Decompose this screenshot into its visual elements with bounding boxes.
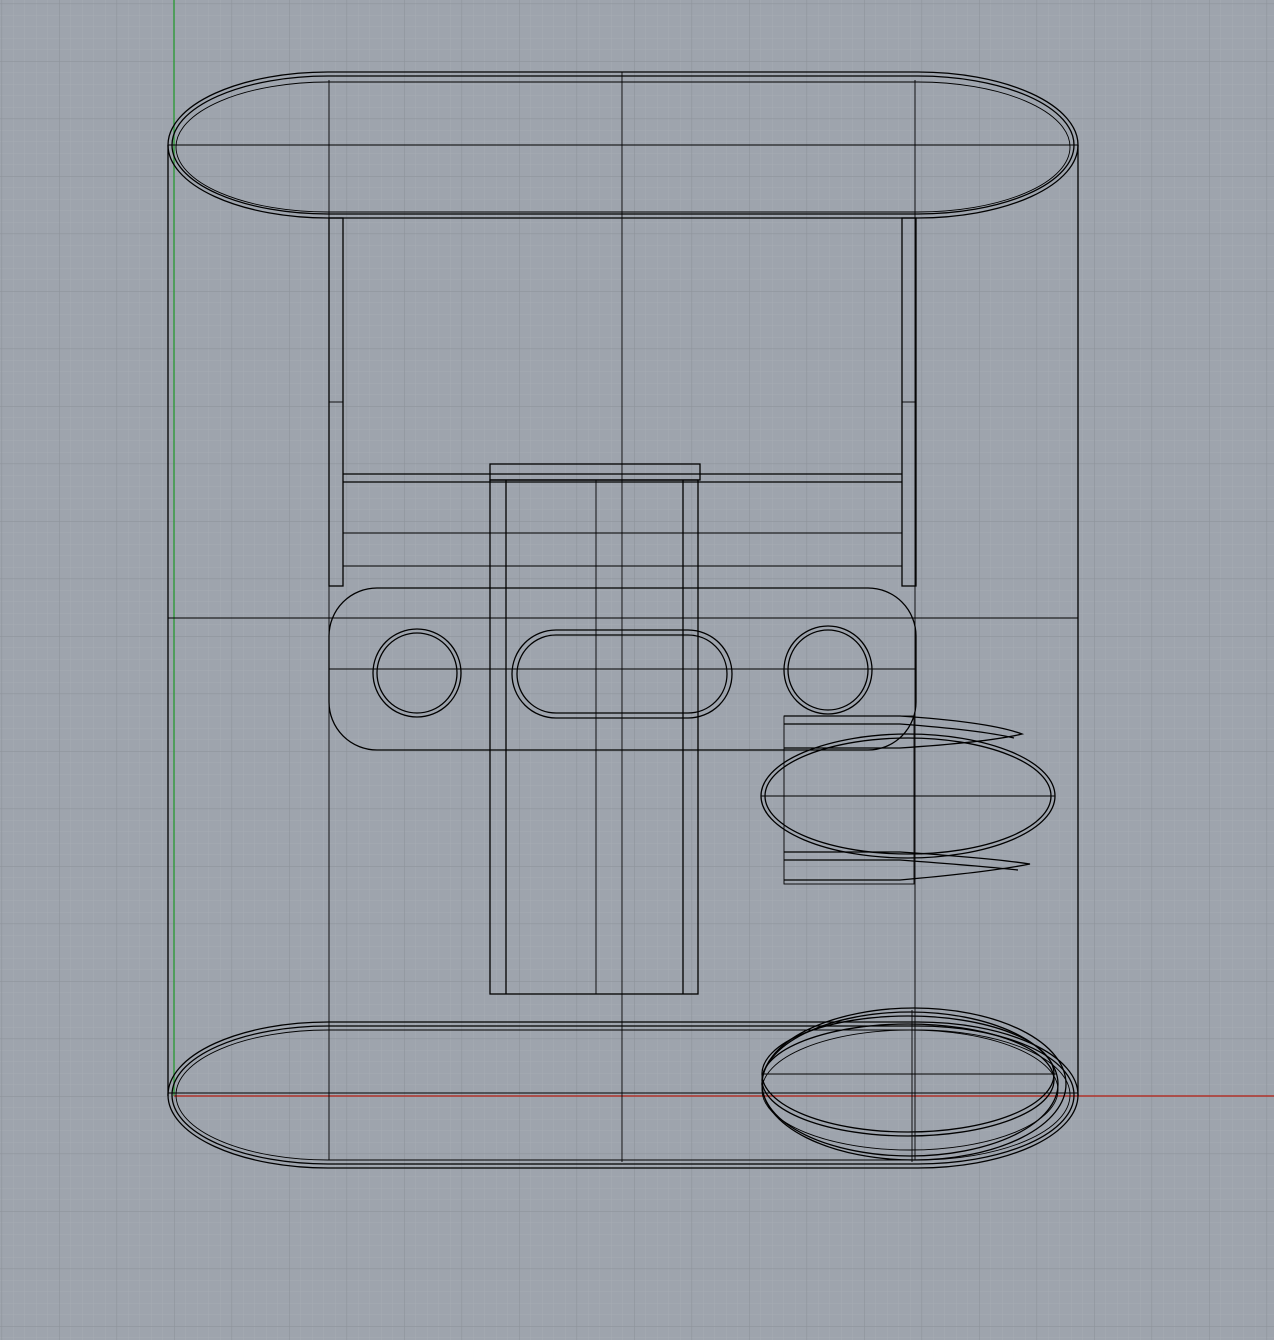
major-grid: [0, 0, 1274, 1340]
viewport-canvas[interactable]: [0, 0, 1274, 1340]
rhino-top-viewport[interactable]: [0, 0, 1274, 1340]
